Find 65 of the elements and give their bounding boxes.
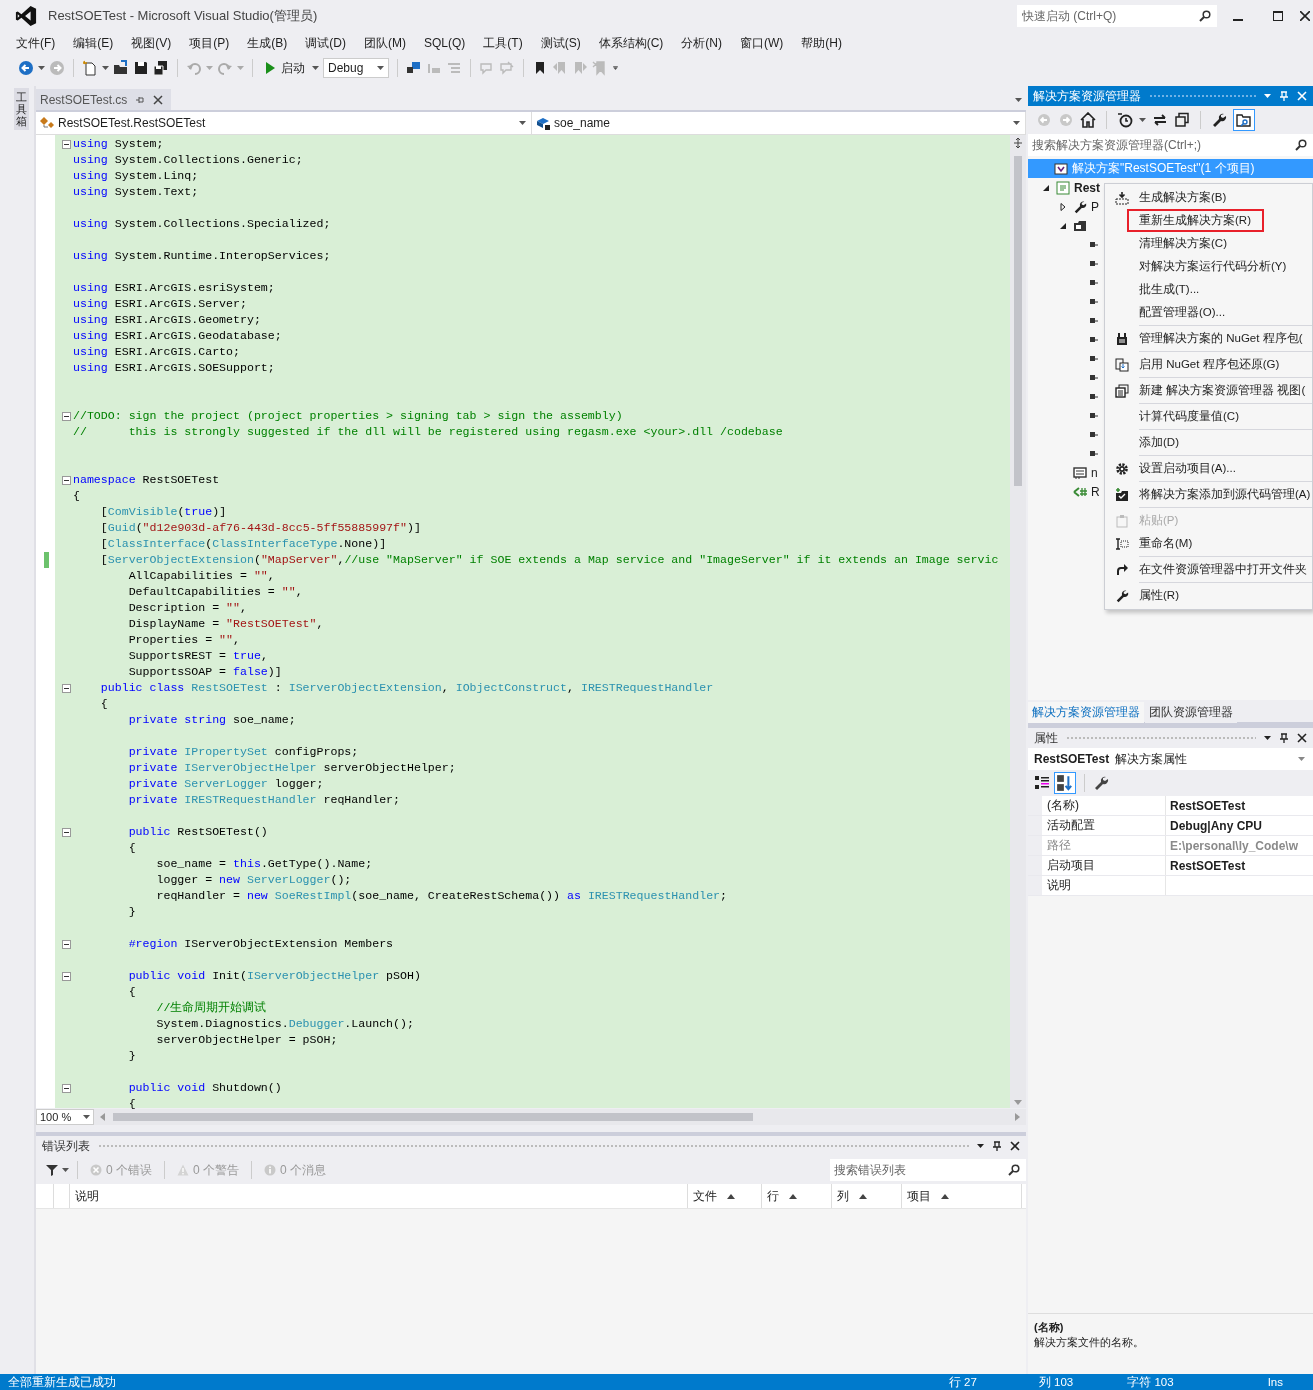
code-line: namespace RestSOETest	[73, 472, 220, 488]
code-line: public class RestSOETest : IServerObjectExtension, IObjectConstruct, IRESTRequestHandler	[99, 680, 714, 696]
code-line: [ClassInterface(ClassInterfaceType.None)]	[99, 536, 387, 552]
panel-title: 属性	[1034, 729, 1058, 747]
code-line: using ESRI.ArcGIS.Geodatabase;	[73, 328, 282, 344]
code-line: using System.Text;	[73, 184, 199, 200]
code-line: using System.Linq;	[73, 168, 199, 184]
code-line: {	[127, 1096, 136, 1112]
code-line: DefaultCapabilities = "",	[127, 584, 303, 600]
code-line: {	[127, 984, 136, 1000]
code-line: #region IServerObjectExtension Members	[127, 936, 394, 952]
status-message: 全部重新生成已成功	[8, 1374, 116, 1390]
code-line: private IPropertySet configProps;	[127, 744, 359, 760]
code-line: //TODO: sign the project (project properties > signing tab > sign the assembly)	[73, 408, 623, 424]
code-line: using ESRI.ArcGIS.Geometry;	[73, 312, 261, 328]
code-line: public void Init(IServerObjectHelper pSOH)	[127, 968, 421, 984]
property-name: 路径	[1042, 836, 1166, 855]
code-line: [ComVisible(true)]	[99, 504, 227, 520]
code-line: // this is strongly suggested if the dll will be registered using regasm.exe <your>.dll /codebase	[73, 424, 783, 440]
code-line: Description = "",	[127, 600, 247, 616]
code-line: [ServerObjectExtension("MapServer",//use "MapServer" if SOE extends a Map service and "ImageServer" if it extends an Image servic	[99, 552, 999, 568]
code-line: soe_name = this.GetType().Name;	[155, 856, 373, 872]
code-line: SupportsREST = true,	[127, 648, 268, 664]
code-line: public void Shutdown()	[127, 1080, 282, 1096]
code-line: using ESRI.ArcGIS.Server;	[73, 296, 247, 312]
window-title: RestSOETest - Microsoft Visual Studio(管理员)	[48, 7, 318, 25]
code-line: using System.Runtime.InteropServices;	[73, 248, 331, 264]
line-number: 行 27	[948, 1374, 977, 1390]
code-line: [Guid("d12e903d-af76-443d-8cc5-5ff55885997f")]	[99, 520, 421, 536]
code-line: {	[127, 840, 136, 856]
column-number: 列 103	[1038, 1374, 1074, 1390]
code-line: {	[73, 488, 80, 504]
code-line: using ESRI.ArcGIS.esriSystem;	[73, 280, 275, 296]
property-name: 活动配置	[1042, 816, 1166, 835]
description-title: (名称)	[1034, 1320, 1065, 1335]
code-line: //生命周期开始调试	[155, 1000, 267, 1016]
property-name: (名称)	[1042, 796, 1166, 815]
code-line: using System;	[73, 136, 164, 152]
property-name: 启动项目	[1042, 856, 1166, 875]
code-line: using System.Collections.Generic;	[73, 152, 303, 168]
char-number: 字符 103	[1127, 1374, 1174, 1390]
code-line: reqHandler = new SoeRestImpl(soe_name, CreateRestSchema()) as IRESTRequestHandler;	[155, 888, 728, 904]
code-line: private ServerLogger logger;	[127, 776, 324, 792]
code-line: private IRESTRequestHandler reqHandler;	[127, 792, 401, 808]
code-line: logger = new ServerLogger();	[155, 872, 352, 888]
panel-title: 解决方案资源管理器	[1033, 87, 1141, 105]
code-line: serverObjectHelper = pSOH;	[155, 1032, 338, 1048]
code-line: {	[99, 696, 108, 712]
description-text: 解决方案文件的名称。	[1034, 1335, 1145, 1350]
code-line: }	[127, 1048, 136, 1064]
code-line: }	[127, 904, 136, 920]
code-line: DisplayName = "RestSOETest",	[127, 616, 324, 632]
property-name: 说明	[1042, 876, 1166, 895]
code-line: Properties = "",	[127, 632, 240, 648]
code-line: using ESRI.ArcGIS.SOESupport;	[73, 360, 275, 376]
code-line: using ESRI.ArcGIS.Carto;	[73, 344, 240, 360]
code-line: using System.Collections.Specialized;	[73, 216, 331, 232]
code-line: private string soe_name;	[127, 712, 296, 728]
code-line: System.Diagnostics.Debugger.Launch();	[155, 1016, 414, 1032]
insert-mode: Ins	[1267, 1376, 1283, 1388]
code-line: SupportsSOAP = false)]	[127, 664, 282, 680]
code-line: AllCapabilities = "",	[127, 568, 275, 584]
code-line: public RestSOETest()	[127, 824, 268, 840]
panel-title: 错误列表	[42, 1137, 90, 1155]
code-line: private IServerObjectHelper serverObjectHelper;	[127, 760, 456, 776]
